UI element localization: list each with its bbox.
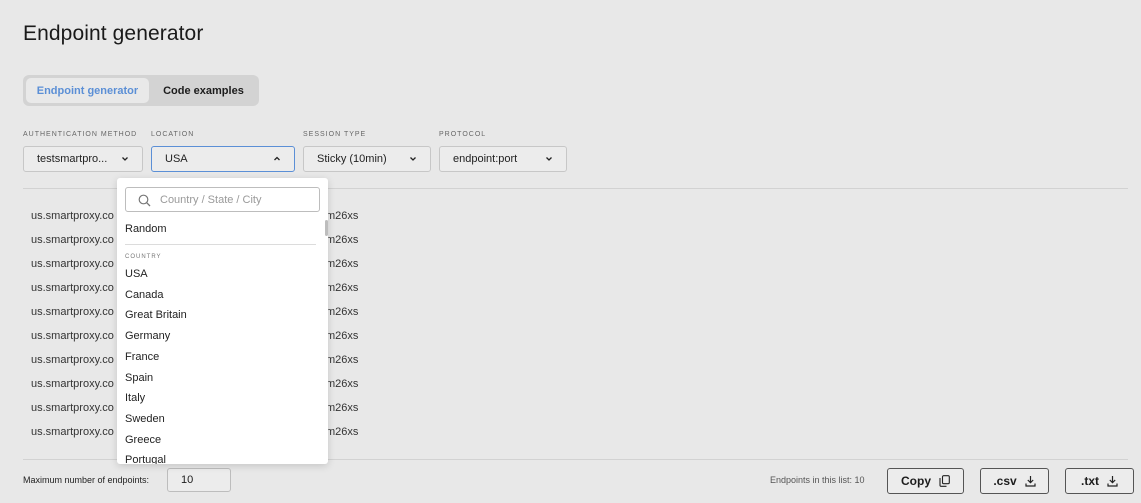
endpoint-host: us.smartproxy.co [31,282,114,294]
chevron-up-icon [274,156,280,161]
download-icon [1025,476,1036,487]
search-icon [138,194,151,207]
max-endpoints-input[interactable]: 10 [167,468,231,492]
chevron-down-icon [410,157,416,161]
copy-button-label: Copy [901,474,931,488]
csv-button-label: .csv [993,474,1017,488]
endpoint-host: us.smartproxy.co [31,378,114,390]
session-type-value: Sticky (10min) [317,153,387,165]
max-endpoints-label: Maximum number of endpoints: [23,475,150,485]
session-type-label: Session type [303,131,367,138]
tab-endpoint-generator[interactable]: Endpoint generator [26,78,149,103]
endpoint-host: us.smartproxy.co [31,210,114,222]
endpoint-host: us.smartproxy.co [31,234,114,246]
endpoint-host: us.smartproxy.co [31,354,114,366]
endpoint-credential: m26xs [326,282,359,294]
dropdown-separator [125,244,316,245]
page-title: Endpoint generator [23,22,204,45]
endpoint-credential: m26xs [326,234,359,246]
location-option[interactable]: Greece [125,434,161,446]
chevron-down-icon [122,157,128,161]
endpoint-host: us.smartproxy.co [31,306,114,318]
dropdown-scrollbar[interactable] [325,220,328,236]
protocol-value: endpoint:port [453,153,518,165]
auth-method-select[interactable]: testsmartpro... [23,146,143,172]
endpoint-host: us.smartproxy.co [31,330,114,342]
location-option[interactable]: Portugal [125,454,166,464]
endpoint-credential: m26xs [326,378,359,390]
location-search-input[interactable]: Country / State / City [125,187,320,212]
location-select[interactable]: USA [151,146,295,172]
endpoint-credential: m26xs [326,354,359,366]
location-option[interactable]: France [125,351,159,363]
search-placeholder: Country / State / City [160,194,262,206]
location-option-random[interactable]: Random [125,223,167,235]
endpoint-host: us.smartproxy.co [31,402,114,414]
location-label: Location [151,131,195,138]
endpoint-credential: m26xs [326,402,359,414]
chevron-down-icon [546,157,552,161]
endpoint-credential: m26xs [326,306,359,318]
endpoint-host: us.smartproxy.co [31,426,114,438]
location-option[interactable]: Spain [125,372,153,384]
location-value: USA [165,153,188,165]
download-icon [1107,476,1118,487]
tab-bar: Endpoint generator Code examples [23,75,259,106]
auth-method-value: testsmartpro... [37,153,108,165]
endpoint-host: us.smartproxy.co [31,258,114,270]
protocol-label: Protocol [439,131,487,138]
location-option[interactable]: Germany [125,330,170,342]
csv-download-button[interactable]: .csv [980,468,1049,494]
protocol-select[interactable]: endpoint:port [439,146,567,172]
auth-method-label: Authentication method [23,131,138,138]
txt-button-label: .txt [1081,474,1099,488]
location-option[interactable]: USA [125,268,148,280]
country-section-label: Country [125,254,162,260]
location-option[interactable]: Canada [125,289,164,301]
session-type-select[interactable]: Sticky (10min) [303,146,431,172]
endpoint-credential: m26xs [326,426,359,438]
endpoint-credential: m26xs [326,258,359,270]
location-option[interactable]: Great Britain [125,309,187,321]
location-dropdown: Country / State / City Random Country US… [117,178,328,464]
copy-icon [939,475,950,487]
location-option[interactable]: Sweden [125,413,165,425]
endpoint-credential: m26xs [326,330,359,342]
endpoint-count: Endpoints in this list: 10 [770,475,865,485]
location-option[interactable]: Italy [125,392,145,404]
copy-button[interactable]: Copy [887,468,964,494]
txt-download-button[interactable]: .txt [1065,468,1134,494]
endpoint-credential: m26xs [326,210,359,222]
tab-code-examples[interactable]: Code examples [151,78,256,103]
